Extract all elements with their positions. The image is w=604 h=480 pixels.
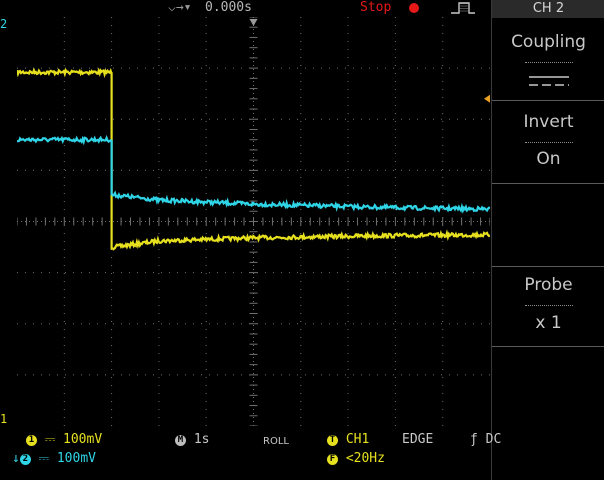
trigger-source-readout: T CH1 (327, 432, 369, 448)
stop-indicator-icon (409, 3, 419, 13)
waveform-display (17, 17, 490, 426)
time-offset-readout: 0.000s (205, 0, 252, 15)
ch1-badge: 1 (26, 435, 37, 446)
menu-divider (525, 305, 573, 306)
filter-badge: F (327, 454, 338, 465)
ch2-badge: 2 (19, 454, 31, 465)
probe-menu-button[interactable]: Probe x 1 (492, 267, 604, 347)
run-status-label: Stop (360, 0, 392, 15)
invert-menu-button[interactable]: Invert On (492, 101, 604, 184)
trigger-source: CH1 (345, 432, 370, 447)
menu-divider (525, 142, 573, 143)
bottom-status-bar: 1 ⎓ 100mV ↓ 2 ⎓ 100mV M 1s ROLL T CH1 EDG… (0, 427, 604, 480)
ch2-offset-marker: 2 (0, 17, 8, 31)
menu-header: CH 2 (492, 0, 604, 18)
probe-label: Probe (524, 275, 573, 295)
channel-2-menu: CH 2 Coupling Invert On Probe x 1 (491, 0, 604, 480)
oscilloscope-screen: ⌵→▾ 0.000s Stop 2 1 CH 2 Coupling Invert (0, 0, 604, 480)
invert-arrow-icon: ↓ (12, 451, 20, 466)
empty-menu-slot (492, 184, 604, 267)
rising-edge-trigger-icon (451, 2, 475, 14)
graticule (17, 17, 490, 426)
coupling-menu-button[interactable]: Coupling (492, 18, 604, 101)
ch2-scale-readout: ↓ 2 ⎓ 100mV (12, 451, 96, 467)
trigger-filter-readout: F <20Hz (327, 451, 385, 467)
coupling-label: Coupling (511, 32, 586, 52)
dc-coupling-icon (529, 76, 569, 86)
trigger-coupling: ƒ DC (470, 432, 502, 447)
acquisition-mode: ROLL (263, 436, 289, 447)
trigger-type: EDGE (402, 432, 434, 447)
timebase-value: 1s (193, 432, 210, 447)
trigger-level-marker-icon (484, 94, 490, 103)
menu-divider (525, 62, 573, 63)
trigger-badge: T (327, 435, 338, 446)
waveform-plot (17, 17, 490, 426)
ch2-scale-value: ⎓ 100mV (38, 451, 96, 466)
ch1-scale-readout: 1 ⎓ 100mV (26, 432, 102, 448)
ch1-offset-marker: 1 (0, 412, 8, 426)
ch2-waveform (17, 134, 490, 214)
invert-value: On (536, 149, 561, 169)
timebase-readout: M 1s (175, 432, 209, 448)
plot-markers (249, 19, 490, 103)
timebase-badge: M (175, 435, 186, 446)
probe-value: x 1 (535, 313, 562, 333)
trigger-position-marker-icon (249, 19, 258, 26)
invert-label: Invert (523, 112, 574, 132)
trigger-filter: <20Hz (345, 451, 385, 466)
ch1-scale-value: ⎓ 100mV (44, 432, 103, 447)
trigger-position-icon: ⌵→▾ (168, 0, 192, 15)
top-status-bar: ⌵→▾ 0.000s Stop (0, 0, 490, 18)
